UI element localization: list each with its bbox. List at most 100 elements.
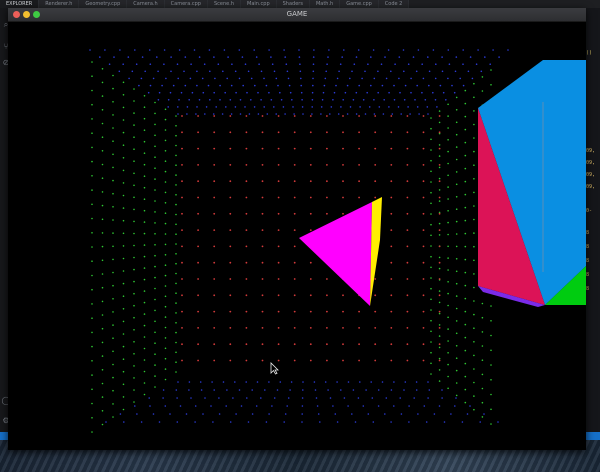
grid-dot [309,261,312,264]
game-viewport[interactable] [8,22,586,450]
grid-dot [175,144,177,147]
grid-dot [261,359,264,362]
grid-dot [455,332,458,335]
grid-dot [277,164,280,166]
grid-dot [342,327,344,329]
grid-dot [261,327,264,329]
grid-dot [112,206,114,208]
status-bar-right[interactable] [586,432,600,440]
grid-dot [473,259,475,262]
game-window[interactable]: GAME [8,8,586,450]
grid-dot [309,115,312,117]
grid-dot [197,180,200,183]
grid-dot [385,77,388,80]
grid-dot [418,113,420,115]
grid-dot [221,113,224,115]
grid-dot [189,77,192,80]
grid-dot [119,413,122,415]
grid-dot [473,395,475,397]
grid-dot [374,327,377,329]
grid-dot [164,222,167,225]
grid-dot [330,106,333,108]
grid-dot [340,389,342,391]
grid-dot [227,56,229,58]
editor-tab[interactable]: Math.h [309,0,341,8]
grid-dot [213,327,216,329]
grid-dot [261,245,264,248]
grid-dot [430,191,432,194]
grid-dot [197,212,200,215]
grid-dot [370,381,373,383]
grid-dot [195,113,197,115]
grid-dot [289,389,291,391]
grid-dot [89,49,91,51]
grid-dot [250,77,253,80]
grid-dot [164,316,167,318]
grid-dot [181,196,183,199]
grid-dot [101,286,104,289]
grid-dot [438,324,441,326]
grid-dot [101,150,104,152]
grid-dot [229,310,232,313]
grid-dot [91,274,93,277]
grid-dot [143,232,146,235]
grid-dot [381,381,384,383]
editor-tab[interactable]: Renderer.h [39,0,80,8]
grid-dot [122,257,125,260]
grid-dot [342,343,344,346]
editor-tab[interactable]: Scene.h [207,0,241,8]
grid-dot [229,196,232,199]
grid-dot [277,327,280,329]
grid-dot [316,405,319,407]
grid-dot [422,196,425,199]
grid-dot [300,77,302,80]
code-snippet: 09, [586,184,596,190]
editor-tab[interactable]: EXPLORER [0,0,40,8]
grid-dot [342,294,344,297]
grid-dot [311,91,314,94]
grid-dot [175,213,177,216]
editor-tab[interactable]: Geometry.cpp [79,0,128,8]
grid-dot [112,192,114,195]
grid-dot [101,259,104,262]
window-title-bar[interactable]: GAME [8,8,586,22]
grid-dot [390,164,393,166]
grid-dot [260,70,263,73]
grid-dot [161,84,163,87]
grid-dot [186,106,189,108]
grid-dot [385,397,388,399]
grid-dot [406,196,409,199]
grid-dot [162,397,164,399]
grid-dot [101,327,104,330]
code-snippet: () [586,50,593,56]
grid-dot [143,106,146,108]
grid-dot [196,106,198,108]
grid-dot [164,347,167,350]
editor-tab[interactable]: Shaders [276,0,310,8]
editor-tab[interactable]: Camera.cpp [164,0,208,8]
grid-dot [164,191,167,194]
editor-tab[interactable]: Main.cpp [241,0,277,8]
grid-dot [430,287,432,290]
grid-dot [194,421,196,423]
editor-tab[interactable]: Camera.h [127,0,165,8]
grid-dot [133,124,135,126]
grid-dot [230,84,233,87]
grid-dot [175,292,177,295]
grid-dot [390,212,393,215]
grid-dot [133,244,135,247]
grid-dot [333,91,336,94]
grid-dot [154,375,156,377]
grid-dot [91,61,93,63]
grid-dot [270,56,272,58]
grid-dot [162,389,165,391]
grid-dot [211,381,213,383]
grid-dot [190,397,192,399]
grid-dot [377,91,380,94]
grid-dot [154,254,156,257]
editor-tab[interactable]: Game.cpp [340,0,379,8]
grid-dot [175,272,177,275]
editor-tab[interactable]: Code 2 [378,0,410,8]
grid-dot [436,106,438,108]
grid-dot [347,381,350,383]
